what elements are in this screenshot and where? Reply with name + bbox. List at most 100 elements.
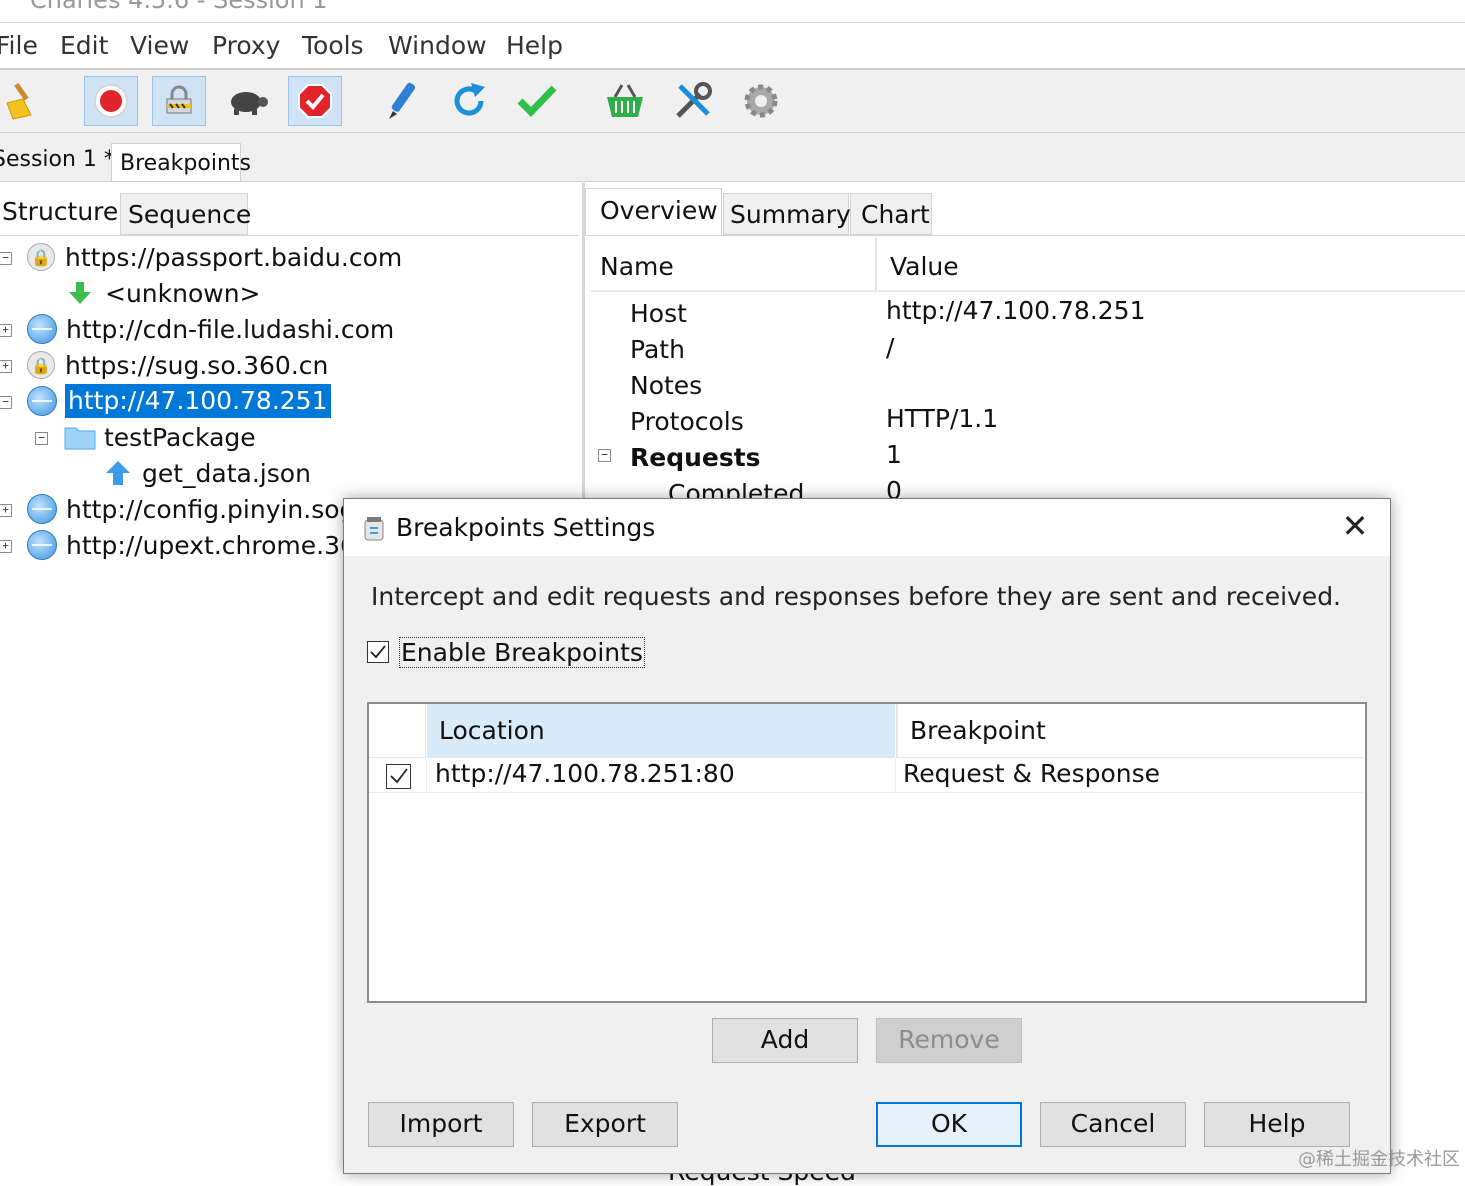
window-title: Charles 4.5.6 - Session 1	[30, 0, 328, 14]
tree-item-label: <unknown>	[105, 278, 261, 308]
tree-item[interactable]: 🔒 https://sug.so.360.cn	[27, 348, 328, 382]
tab-session-1[interactable]: Session 1 *	[0, 147, 115, 172]
tab-chart[interactable]: Chart	[850, 193, 932, 235]
cancel-button[interactable]: Cancel	[1040, 1102, 1186, 1147]
tree-item[interactable]: <unknown>	[67, 276, 261, 310]
settings-gear-icon[interactable]	[734, 76, 788, 126]
expand-toggle[interactable]: +	[0, 360, 12, 373]
dialog-titlebar: Breakpoints Settings ✕	[344, 499, 1390, 556]
row-value: /	[886, 333, 895, 362]
column-header-enabled[interactable]	[369, 704, 426, 758]
session-tabs: Session 1 * Breakpoints	[0, 133, 1465, 182]
download-arrow-icon	[69, 282, 91, 304]
export-button[interactable]: Export	[532, 1102, 678, 1147]
tab-sequence[interactable]: Sequence	[120, 193, 252, 235]
row-name: Path	[630, 335, 685, 364]
menu-view[interactable]: View	[130, 31, 189, 60]
tree-item-label: get_data.json	[142, 458, 311, 488]
column-header-name[interactable]: Name	[591, 238, 877, 292]
tools-icon[interactable]	[666, 76, 720, 126]
breakpoints-settings-dialog: Breakpoints Settings ✕ Intercept and edi…	[343, 498, 1391, 1174]
charles-jar-icon	[364, 517, 384, 541]
dialog-title: Breakpoints Settings	[396, 513, 656, 542]
menu-help[interactable]: Help	[506, 31, 563, 60]
column-header-location-label: Location	[439, 716, 545, 745]
globe-icon	[27, 314, 57, 344]
enable-breakpoints-checkbox[interactable]	[367, 641, 389, 663]
column-header-breakpoint-label: Breakpoint	[910, 716, 1046, 745]
tab-divider	[0, 235, 578, 236]
row-value: http://47.100.78.251	[886, 296, 1146, 325]
ssl-lock-icon: 🔒	[27, 243, 55, 271]
watermark: @稀土掘金技术社区	[1298, 1149, 1460, 1170]
tree-item[interactable]: http://cdn-file.ludashi.com	[27, 312, 394, 346]
ok-button[interactable]: OK	[876, 1102, 1022, 1147]
globe-icon	[27, 530, 57, 560]
tab-overview[interactable]: Overview	[585, 188, 722, 236]
tree-item[interactable]: http://config.pinyin.sogou	[27, 492, 387, 526]
row-name: Requests	[630, 443, 761, 472]
collapse-toggle[interactable]: −	[598, 449, 611, 462]
collapse-toggle[interactable]: −	[0, 252, 12, 265]
collapse-toggle[interactable]: −	[35, 432, 48, 445]
tab-chart-label: Chart	[861, 200, 930, 229]
table-row[interactable]: http://47.100.78.251:80 Request & Respon…	[369, 759, 1363, 793]
menu-tools[interactable]: Tools	[302, 31, 364, 60]
ssl-lock-icon[interactable]	[152, 76, 206, 126]
column-header-location[interactable]: Location	[427, 704, 895, 758]
tab-sequence-label: Sequence	[128, 200, 252, 229]
tree-item-selected[interactable]: http://47.100.78.251	[27, 384, 331, 418]
tab-structure[interactable]: Structure	[0, 189, 119, 235]
validate-check-icon[interactable]	[510, 76, 564, 126]
row-name: Protocols	[630, 407, 744, 436]
column-header-value-label: Value	[890, 252, 959, 281]
column-header-name-label: Name	[600, 252, 674, 281]
add-button[interactable]: Add	[712, 1018, 858, 1063]
expand-toggle[interactable]: +	[0, 324, 12, 337]
column-header-breakpoint[interactable]: Breakpoint	[896, 704, 1363, 758]
row-name: Host	[630, 299, 687, 328]
checkmark-icon	[370, 645, 386, 659]
tree-item-label: http://config.pinyin.sogou	[66, 494, 387, 524]
tab-breakpoints-label: Breakpoints	[120, 151, 251, 176]
menu-file[interactable]: File	[0, 31, 38, 60]
close-icon[interactable]: ✕	[1338, 510, 1372, 545]
tab-summary[interactable]: Summary	[723, 193, 851, 235]
folder-icon	[64, 427, 96, 450]
column-header-value[interactable]: Value	[878, 238, 1465, 292]
tree-item[interactable]: 🔒 https://passport.baidu.com	[27, 240, 402, 274]
breakpoints-icon[interactable]	[288, 76, 342, 126]
menu-window[interactable]: Window	[388, 31, 487, 60]
basket-icon[interactable]	[598, 76, 652, 126]
enable-breakpoints-label[interactable]: Enable Breakpoints	[399, 637, 645, 668]
expand-toggle[interactable]: +	[0, 504, 12, 517]
throttle-turtle-icon[interactable]	[220, 76, 274, 126]
compose-pen-icon[interactable]	[376, 76, 430, 126]
collapse-toggle[interactable]: −	[0, 396, 12, 409]
remove-button[interactable]: Remove	[876, 1018, 1022, 1063]
menu-edit[interactable]: Edit	[60, 31, 108, 60]
tab-structure-label: Structure	[2, 197, 119, 226]
repeat-icon[interactable]	[442, 76, 496, 126]
toolbar	[0, 70, 1465, 133]
expand-toggle[interactable]: +	[0, 540, 12, 553]
ssl-lock-icon: 🔒	[27, 351, 55, 379]
checkmark-icon	[390, 768, 408, 784]
record-icon[interactable]	[84, 76, 138, 126]
tree-item-label: https://passport.baidu.com	[65, 242, 403, 272]
broom-icon[interactable]	[0, 76, 48, 126]
tree-item-label: http://cdn-file.ludashi.com	[66, 314, 395, 344]
dialog-description: Intercept and edit requests and response…	[371, 582, 1342, 611]
tab-divider	[585, 235, 1465, 236]
tab-breakpoints[interactable]: Breakpoints	[111, 143, 251, 181]
window-titlebar: Charles 4.5.6 - Session 1	[0, 0, 1465, 23]
import-button[interactable]: Import	[368, 1102, 514, 1147]
tree-item[interactable]: get_data.json	[104, 456, 311, 490]
row-enabled-checkbox[interactable]	[386, 764, 411, 789]
menu-proxy[interactable]: Proxy	[212, 31, 280, 60]
help-button[interactable]: Help	[1204, 1102, 1350, 1147]
tree-item[interactable]: testPackage	[64, 420, 256, 454]
cell-divider	[426, 759, 427, 792]
row-value: 1	[886, 440, 902, 469]
row-location: http://47.100.78.251:80	[435, 759, 735, 788]
